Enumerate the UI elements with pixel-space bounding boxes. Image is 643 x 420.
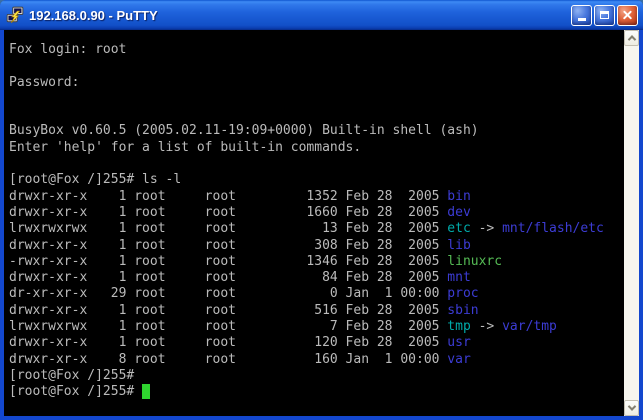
terminal-text-segment: linuxrc <box>447 254 502 269</box>
terminal-line: drwxr-xr-x 1 root root 84 Feb 28 2005 mn… <box>9 270 624 286</box>
terminal-text-segment: drwxr-xr-x 1 root root 1660 Feb 28 2005 <box>9 205 447 220</box>
terminal-text-segment: drwxr-xr-x 1 root root 516 Feb 28 2005 <box>9 303 447 318</box>
terminal-line: Enter 'help' for a list of built-in comm… <box>9 140 624 156</box>
terminal-text-segment: [root@Fox /]255# <box>9 384 142 399</box>
terminal-text-segment: [root@Fox /]255# <box>9 368 134 383</box>
terminal-text-segment: Password: <box>9 75 79 90</box>
terminal-text-segment: Fox login: root <box>9 42 126 57</box>
terminal-line <box>9 91 624 107</box>
terminal-line: [root@Fox /]255# <box>9 384 624 400</box>
maximize-button[interactable] <box>594 5 615 26</box>
terminal-line: lrwxrwxrwx 1 root root 13 Feb 28 2005 et… <box>9 221 624 237</box>
terminal-line: [root@Fox /]255# ls -l <box>9 172 624 188</box>
terminal-text-segment: -> <box>471 319 502 334</box>
terminal-text-segment: var <box>447 352 470 367</box>
minimize-icon <box>578 18 586 21</box>
terminal-text-segment: var/tmp <box>502 319 557 334</box>
terminal-text-segment: drwxr-xr-x 1 root root 120 Feb 28 2005 <box>9 335 447 350</box>
terminal-line: -rwxr-xr-x 1 root root 1346 Feb 28 2005 … <box>9 254 624 270</box>
terminal-line <box>9 58 624 74</box>
terminal-text-segment: usr <box>447 335 470 350</box>
terminal-text-segment: tmp <box>447 319 470 334</box>
close-icon <box>621 9 634 22</box>
putty-window: 192.168.0.90 - PuTTY Fox login: root Pass… <box>0 0 643 420</box>
terminal-text-segment: -rwxr-xr-x 1 root root 1346 Feb 28 2005 <box>9 254 447 269</box>
terminal-text-segment: lib <box>447 238 470 253</box>
scrollbar[interactable] <box>624 30 639 416</box>
maximize-icon <box>600 11 609 19</box>
window-title: 192.168.0.90 - PuTTY <box>29 8 158 23</box>
chevron-up-icon <box>627 35 635 43</box>
window-body: Fox login: root Password: BusyBox v0.60.5 … <box>4 30 639 416</box>
terminal-text-segment: lrwxrwxrwx 1 root root 13 Feb 28 2005 <box>9 221 447 236</box>
terminal-text-segment: BusyBox v0.60.5 (2005.02.11-19:09+0000) … <box>9 123 479 138</box>
terminal-text-segment: drwxr-xr-x 1 root root 1352 Feb 28 2005 <box>9 189 447 204</box>
terminal-line: drwxr-xr-x 1 root root 1352 Feb 28 2005 … <box>9 189 624 205</box>
terminal-line: lrwxrwxrwx 1 root root 7 Feb 28 2005 tmp… <box>9 319 624 335</box>
terminal[interactable]: Fox login: root Password: BusyBox v0.60.5 … <box>4 30 624 416</box>
terminal-text-segment: proc <box>447 286 478 301</box>
terminal-text-segment: Enter 'help' for a list of built-in comm… <box>9 140 361 155</box>
terminal-line: BusyBox v0.60.5 (2005.02.11-19:09+0000) … <box>9 123 624 139</box>
terminal-text-segment: dr-xr-xr-x 29 root root 0 Jan 1 00:00 <box>9 286 447 301</box>
terminal-line: drwxr-xr-x 1 root root 516 Feb 28 2005 s… <box>9 303 624 319</box>
terminal-line: [root@Fox /]255# <box>9 368 624 384</box>
terminal-text-segment: [root@Fox /]255# ls -l <box>9 172 181 187</box>
terminal-line: drwxr-xr-x 1 root root 1660 Feb 28 2005 … <box>9 205 624 221</box>
terminal-text-segment: dev <box>447 205 470 220</box>
close-button[interactable] <box>617 5 638 26</box>
terminal-text-segment: mnt <box>447 270 470 285</box>
terminal-text-segment: etc <box>447 221 470 236</box>
terminal-line: drwxr-xr-x 1 root root 308 Feb 28 2005 l… <box>9 238 624 254</box>
scrollbar-track[interactable] <box>624 46 639 400</box>
putty-icon[interactable] <box>6 6 24 24</box>
terminal-line: Fox login: root <box>9 42 624 58</box>
terminal-line: Password: <box>9 75 624 91</box>
minimize-button[interactable] <box>571 5 592 26</box>
window-controls <box>571 5 638 26</box>
terminal-line: drwxr-xr-x 1 root root 120 Feb 28 2005 u… <box>9 335 624 351</box>
terminal-text-segment: lrwxrwxrwx 1 root root 7 Feb 28 2005 <box>9 319 447 334</box>
terminal-line <box>9 156 624 172</box>
scroll-up-button[interactable] <box>624 30 639 46</box>
titlebar[interactable]: 192.168.0.90 - PuTTY <box>0 0 643 30</box>
terminal-text-segment: drwxr-xr-x 8 root root 160 Jan 1 00:00 <box>9 352 447 367</box>
terminal-line <box>9 107 624 123</box>
terminal-text-segment: drwxr-xr-x 1 root root 308 Feb 28 2005 <box>9 238 447 253</box>
terminal-text-segment: -> <box>471 221 502 236</box>
terminal-cursor <box>142 384 150 399</box>
scroll-down-button[interactable] <box>624 400 639 416</box>
terminal-text-segment: sbin <box>447 303 478 318</box>
chevron-down-icon <box>627 402 635 410</box>
terminal-line: drwxr-xr-x 8 root root 160 Jan 1 00:00 v… <box>9 352 624 368</box>
terminal-line: dr-xr-xr-x 29 root root 0 Jan 1 00:00 pr… <box>9 286 624 302</box>
terminal-text-segment: mnt/flash/etc <box>502 221 604 236</box>
terminal-text-segment: drwxr-xr-x 1 root root 84 Feb 28 2005 <box>9 270 447 285</box>
terminal-text-segment: bin <box>447 189 470 204</box>
